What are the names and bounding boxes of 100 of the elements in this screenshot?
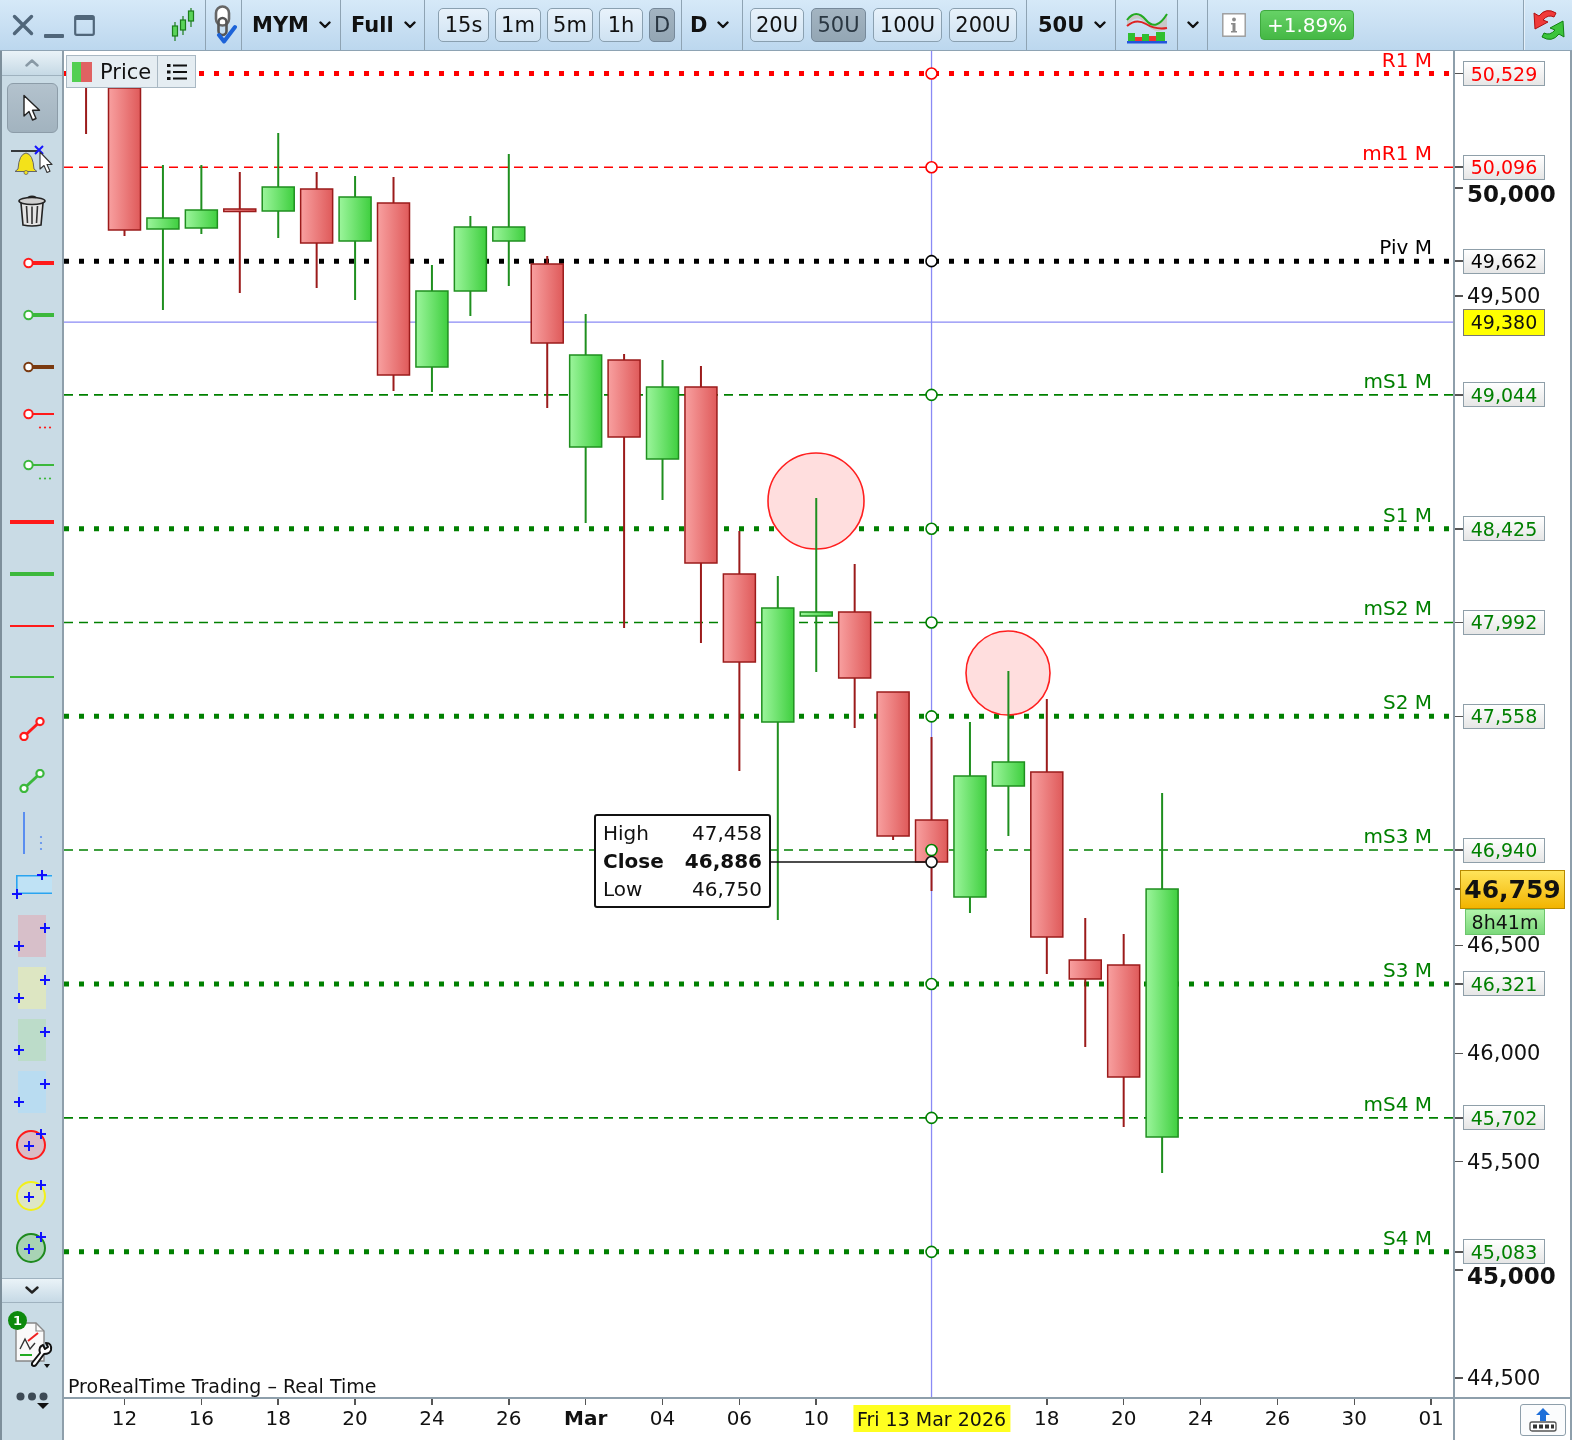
ellipsis-icon [16,1392,48,1401]
change-badge: +1.89% [1260,10,1355,40]
axis-label: Mar [564,1406,608,1430]
vertical-line-icon [21,810,43,855]
axis-tick [1455,715,1463,718]
axis-tick [1455,849,1463,851]
caret-icon [403,21,416,29]
caret-icon [1094,21,1107,29]
interval-button[interactable]: 1h [599,8,643,42]
price-tag: 45,702 [1463,1105,1545,1131]
tooltip-value: 46,886 [683,848,762,875]
price-tag: 49,662 [1463,248,1545,274]
thin-line-icon [10,676,54,679]
axis-tick [1046,1399,1048,1405]
price-tag: 49,044 [1463,382,1545,408]
axis-tick [354,1399,356,1405]
axis-label: 45,500 [1467,1151,1541,1172]
interval-button[interactable]: D [649,8,675,42]
rectangle-icon [12,914,52,959]
axis-tick [1455,1117,1463,1119]
axis-label: 26 [496,1406,522,1430]
axis-tick [277,1399,279,1405]
level-label: mR1 M [1362,142,1432,165]
level-label: S1 M [1382,503,1432,526]
level-label: mS2 M [1363,597,1432,620]
price-tag: 45,083 [1463,1239,1545,1265]
axis-label: 26 [1264,1406,1291,1430]
level-label: mS4 M [1363,1092,1432,1115]
interval-button[interactable]: 15s [438,8,489,42]
panel-toggle-button[interactable] [1520,1403,1566,1436]
list-icon [166,63,187,80]
info-button[interactable] [1222,12,1246,38]
axis-tick [1455,888,1460,890]
maximize-button[interactable] [74,12,95,38]
thin-line-icon [10,624,54,627]
cursor-icon [22,93,42,122]
crosshair-price-tag: 49,380 [1463,308,1545,336]
candle [85,87,88,135]
segment-icon [19,717,45,742]
axis-label: 06 [726,1406,753,1430]
axis-tick [1455,1160,1463,1163]
axis-label: 30 [1341,1406,1367,1430]
close-button[interactable] [12,12,34,38]
chart-type-button[interactable] [171,7,195,43]
countdown-tag: 8h41m [1465,908,1545,935]
axis-label: 46,500 [1467,935,1541,956]
symbol-dropdown[interactable]: MYM [242,5,331,45]
axis-tick [1455,295,1463,297]
axis-tick [1455,528,1463,530]
axis-label: 04 [649,1406,676,1430]
interval-button[interactable]: 5m [547,8,593,42]
axis-tick [1276,1399,1279,1405]
axis-tick [1455,1052,1463,1055]
axis-tick [1122,1399,1125,1405]
axis-tick [431,1399,433,1405]
level-label: mS3 M [1363,825,1432,848]
tooltip-value: 47,458 [691,820,762,847]
axis-label: 16 [188,1406,215,1430]
axis-tick [1455,166,1463,168]
axis-label: 50,000 [1467,184,1556,204]
minimize-icon [44,34,64,38]
axis-tick [1455,1269,1463,1271]
price-tag: 50,096 [1463,154,1545,180]
unit-button[interactable]: 50U [811,8,866,42]
axis-tick [1455,1377,1463,1379]
axis-label: 18 [265,1406,291,1430]
price-tag: 47,558 [1463,703,1545,729]
period-dropdown[interactable]: D [682,5,730,45]
range-dropdown[interactable]: Full [341,5,416,45]
axis-label: 12 [111,1406,138,1430]
unit-button[interactable]: 200U [949,8,1017,42]
axis-label: 49,500 [1467,286,1541,307]
axis-tick [508,1399,510,1405]
axis-label: 01 [1418,1406,1444,1430]
scroll-down-button[interactable] [2,1277,62,1303]
level-label: S2 M [1382,691,1432,714]
tooltip-label: High [603,820,650,847]
price-tag: 50,529 [1463,61,1545,87]
axis-label: 20 [1110,1406,1137,1430]
axis-label: 45,000 [1467,1265,1556,1286]
axis-tick [1455,983,1463,985]
level-label: Piv M [1379,236,1432,259]
unit-button[interactable]: 20U [750,8,804,42]
legend-label[interactable]: Price [92,59,158,84]
chart-settings-button[interactable]: 1 [7,1310,57,1369]
tooltip-label: Close [603,848,664,875]
interval-button[interactable]: 1m [495,8,541,42]
axis-tick [738,1399,741,1405]
axis-tick [1455,187,1463,189]
axis-tick [123,1399,126,1405]
axis-label: 10 [803,1406,829,1430]
unit-dropdown[interactable]: 50U [1027,5,1107,45]
tooltip-label: Low [603,876,644,903]
tool-button[interactable] [6,82,58,133]
unit-button[interactable]: 100U [873,8,942,42]
platform-caption: ProRealTime Trading – Real Time [68,1375,377,1397]
axis-tick [1455,621,1463,624]
chevron-up-icon [25,59,39,67]
axis-label: 46,000 [1467,1043,1541,1064]
axis-label: 24 [419,1406,445,1430]
